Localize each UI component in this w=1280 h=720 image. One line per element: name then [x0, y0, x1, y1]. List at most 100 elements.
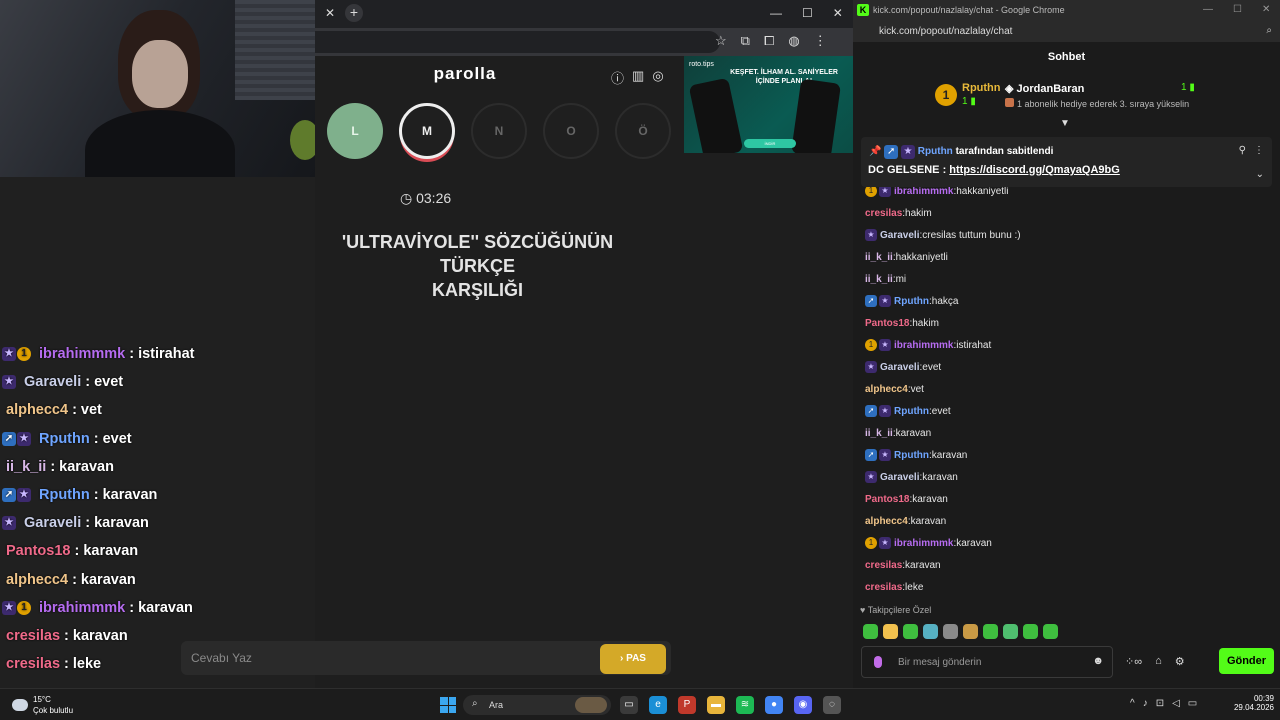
- chat-message[interactable]: 1 ★ ibrahimmmk: istirahat: [865, 334, 1265, 356]
- close-window-icon[interactable]: ✕: [1262, 4, 1270, 15]
- emote-icon[interactable]: [923, 624, 938, 639]
- chat-message[interactable]: ➚ ★ Rputhn: karavan: [865, 444, 1265, 466]
- system-clock[interactable]: 00:39 29.04.2026: [1226, 694, 1274, 712]
- emoji-icon[interactable]: ☻: [1092, 655, 1104, 667]
- taskbar-search[interactable]: ⌕ Ara: [463, 695, 611, 715]
- emote-icon[interactable]: [1023, 624, 1038, 639]
- chat-url-bar[interactable]: kick.com/popout/nazlalay/chat ⌕: [853, 22, 1280, 42]
- emote-icon[interactable]: [963, 624, 978, 639]
- network-icon[interactable]: ⊡: [1156, 698, 1164, 709]
- windows-start-icon[interactable]: [440, 697, 456, 713]
- bookmark-star-icon[interactable]: ☆: [715, 33, 727, 49]
- file-explorer-icon[interactable]: ▭: [620, 696, 638, 714]
- app-p-icon[interactable]: P: [678, 696, 696, 714]
- chat-message[interactable]: alphecc4: karavan: [865, 510, 1265, 532]
- collapse-leaderboard-icon[interactable]: ▼: [1060, 118, 1070, 129]
- chat-message[interactable]: cresilas: leke: [865, 576, 1265, 598]
- discord-icon[interactable]: ◉: [794, 696, 812, 714]
- folder-icon[interactable]: ▬: [707, 696, 725, 714]
- chat-username[interactable]: alphecc4: [865, 384, 908, 395]
- url-field[interactable]: [315, 31, 720, 53]
- settings-gear-icon[interactable]: ⚙: [1175, 655, 1185, 668]
- chat-username[interactable]: cresilas: [865, 208, 902, 219]
- message-input[interactable]: Bir mesaj gönderin ☻: [861, 646, 1113, 678]
- chat-message[interactable]: alphecc4: vet: [865, 378, 1265, 400]
- zoom-icon[interactable]: ⌕: [1266, 25, 1272, 36]
- close-tab-icon[interactable]: ✕: [325, 6, 335, 20]
- chat-message[interactable]: Pantos18: karavan: [865, 488, 1265, 510]
- battery-icon[interactable]: ▭: [1188, 698, 1197, 709]
- answer-input[interactable]: Cevabı Yaz: [181, 641, 671, 675]
- chat-username[interactable]: Pantos18: [865, 318, 909, 329]
- emote-icon[interactable]: [943, 624, 958, 639]
- emote-icon[interactable]: [903, 624, 918, 639]
- chat-username[interactable]: alphecc4: [865, 516, 908, 527]
- chat-username[interactable]: ii_k_ii: [865, 274, 893, 285]
- chat-message[interactable]: Pantos18: hakim: [865, 312, 1265, 334]
- discord-link[interactable]: https://discord.gg/QmayaQA9bG: [949, 164, 1120, 176]
- chat-message[interactable]: ★ Garaveli: karavan: [865, 466, 1265, 488]
- chrome-icon[interactable]: ●: [765, 696, 783, 714]
- emote-icon[interactable]: [1043, 624, 1058, 639]
- chat-message[interactable]: 1 ★ ibrahimmmk: karavan: [865, 532, 1265, 554]
- leaderboard-user-2[interactable]: ◈ JordanBaran: [1005, 82, 1084, 95]
- chat-username[interactable]: cresilas: [865, 560, 902, 571]
- ad-banner[interactable]: roto.tips KEŞFET. İLHAM AL. SANİYELER İÇ…: [684, 56, 853, 153]
- chat-username[interactable]: Rputhn: [894, 406, 929, 417]
- points-icon[interactable]: ⁘∞: [1125, 655, 1142, 668]
- profile-icon[interactable]: ◎: [652, 68, 663, 87]
- chat-username[interactable]: ibrahimmmk: [894, 186, 953, 197]
- pinned-user[interactable]: Rputhn: [918, 146, 953, 157]
- chat-username[interactable]: Garaveli: [880, 230, 919, 241]
- chevron-down-icon[interactable]: ⌄: [1256, 169, 1264, 180]
- maximize-icon[interactable]: ☐: [802, 6, 813, 20]
- chat-username[interactable]: Garaveli: [880, 472, 919, 483]
- stats-icon[interactable]: ▥: [632, 68, 644, 87]
- chat-message[interactable]: cresilas: karavan: [865, 554, 1265, 576]
- chat-message[interactable]: ii_k_ii: karavan: [865, 422, 1265, 444]
- chat-message[interactable]: ➚ ★ Rputhn: evet: [865, 400, 1265, 422]
- chat-message[interactable]: ➚ ★ Rputhn: hakça: [865, 290, 1265, 312]
- edge-icon[interactable]: e: [649, 696, 667, 714]
- volume-icon[interactable]: ◁: [1172, 698, 1180, 709]
- more-options-icon[interactable]: ⋮: [1254, 145, 1264, 156]
- chat-username[interactable]: Garaveli: [880, 362, 919, 373]
- chat-username[interactable]: ii_k_ii: [865, 428, 893, 439]
- chat-message[interactable]: ★ Garaveli: evet: [865, 356, 1265, 378]
- emote-icon[interactable]: [983, 624, 998, 639]
- chat-username[interactable]: Rputhn: [894, 450, 929, 461]
- spotify-icon[interactable]: ≋: [736, 696, 754, 714]
- chat-message[interactable]: ii_k_ii: mi: [865, 268, 1265, 290]
- maximize-icon[interactable]: ☐: [1233, 4, 1242, 15]
- chevron-up-icon[interactable]: ^: [1130, 698, 1135, 709]
- chat-message[interactable]: ★ Garaveli: cresilas tuttum bunu :): [865, 224, 1265, 246]
- unpin-icon[interactable]: ⚲: [1239, 145, 1246, 156]
- chat-username[interactable]: ibrahimmmk: [894, 340, 953, 351]
- chat-message[interactable]: ii_k_ii: hakkaniyetli: [865, 246, 1265, 268]
- menu-icon[interactable]: ⋮: [814, 33, 827, 49]
- pinned-message[interactable]: 📌 ➚ ★ Rputhn tarafından sabitlendi DC GE…: [861, 137, 1272, 187]
- chat-username[interactable]: Pantos18: [865, 494, 909, 505]
- leaderboard-user-1[interactable]: Rputhn: [962, 82, 1000, 94]
- emote-icon[interactable]: [883, 624, 898, 639]
- new-tab-button[interactable]: +: [345, 4, 363, 22]
- extensions-icon[interactable]: ⧠: [764, 33, 774, 49]
- chat-username[interactable]: ibrahimmmk: [894, 538, 953, 549]
- profile-avatar-icon[interactable]: ◍: [788, 33, 799, 49]
- emote-icon[interactable]: [863, 624, 878, 639]
- emote-icon[interactable]: [1003, 624, 1018, 639]
- microphone-icon[interactable]: [874, 656, 882, 668]
- info-icon[interactable]: ⓘ: [611, 68, 624, 87]
- chat-username[interactable]: ii_k_ii: [865, 252, 893, 263]
- app-circle-icon[interactable]: ◌: [823, 696, 841, 714]
- chat-username[interactable]: Rputhn: [894, 296, 929, 307]
- minimize-icon[interactable]: —: [1203, 4, 1213, 15]
- chat-message[interactable]: cresilas: hakim: [865, 202, 1265, 224]
- send-button[interactable]: Gönder: [1219, 648, 1274, 674]
- chat-username[interactable]: cresilas: [865, 582, 902, 593]
- pass-button[interactable]: › PAS: [600, 644, 666, 674]
- minimize-icon[interactable]: —: [770, 6, 782, 20]
- translate-icon[interactable]: ⧉: [741, 33, 750, 49]
- close-window-icon[interactable]: ✕: [833, 6, 843, 20]
- store-icon[interactable]: ⌂: [1155, 655, 1162, 668]
